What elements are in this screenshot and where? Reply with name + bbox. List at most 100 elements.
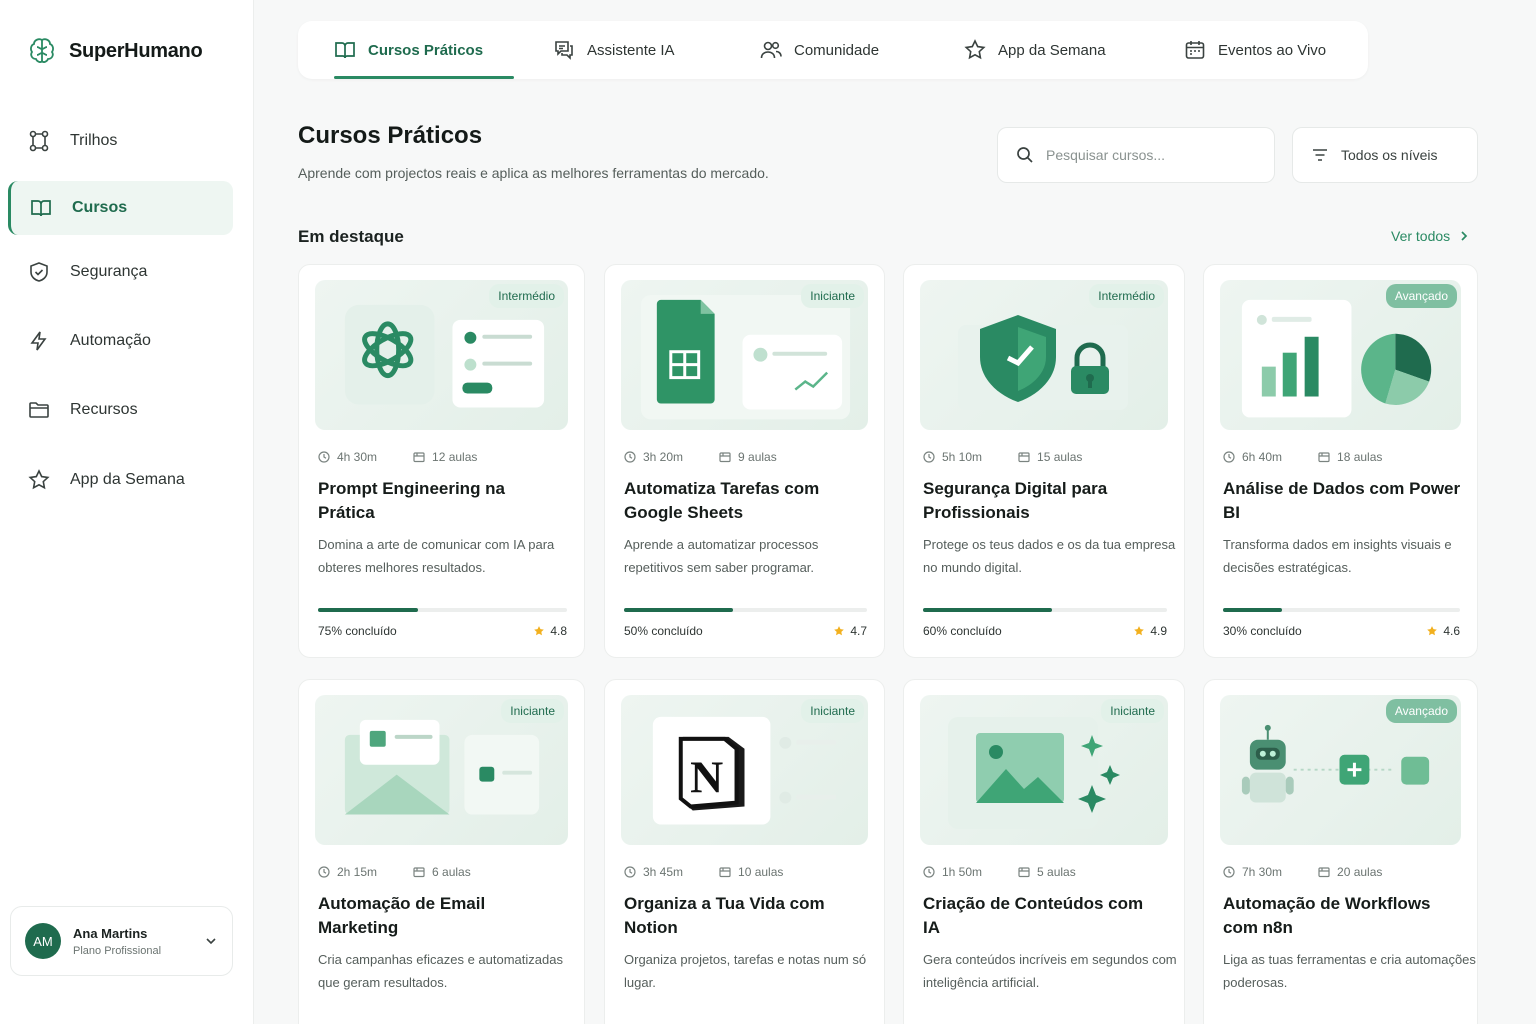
progress-label: 75% concluído [318, 624, 397, 638]
lessons-icon [413, 867, 425, 878]
course-card-4[interactable]: Avançado 6h 40m 18 aulas Análise de Dado… [1203, 264, 1478, 658]
user-info: Ana Martins Plano Profissional [73, 926, 204, 957]
brand[interactable]: SuperHumano [27, 36, 203, 66]
tab-comunidade[interactable]: Comunidade [760, 21, 879, 79]
filter-icon [1313, 149, 1327, 161]
course-duration: 7h 30m [1242, 865, 1283, 879]
course-card-6[interactable]: N Iniciante 3h 45m 10 aulas Organiza a T… [604, 679, 885, 1024]
tab-label: Comunidade [794, 41, 880, 59]
clock-icon [1223, 451, 1235, 463]
course-thumbnail: Intermédio [315, 280, 568, 430]
course-meta: 3h 45m 10 aulas [624, 865, 783, 879]
course-footer: 50% concluído 4.7 [624, 624, 867, 638]
course-rating: 4.7 [833, 624, 867, 638]
course-description: Transforma dados em insights visuais e d… [1223, 537, 1452, 575]
course-meta: 4h 30m 12 aulas [318, 450, 477, 464]
course-thumbnail: Intermédio [920, 280, 1168, 430]
course-card-1[interactable]: Intermédio 4h 30m 12 aulas Prompt Engine… [298, 264, 585, 658]
book-icon [31, 200, 51, 217]
course-card-3[interactable]: Intermédio 5h 10m 15 aulas Segurança Dig… [903, 264, 1185, 658]
clock-icon [923, 866, 935, 878]
course-rating: 4.6 [1426, 624, 1460, 638]
course-thumbnail: Avançado [1220, 280, 1461, 430]
section-title: Em destaque [298, 227, 404, 246]
course-lessons: 9 aulas [738, 450, 777, 464]
search-input[interactable] [1046, 147, 1246, 163]
course-meta: 7h 30m 20 aulas [1223, 865, 1382, 879]
see-all-link[interactable]: Ver todos [1391, 228, 1470, 244]
sidebar-item-label: Trilhos [70, 132, 118, 149]
course-title: Automação de Workflows com n8n [1223, 894, 1431, 937]
page-subtitle: Aprende com projectos reais e aplica as … [298, 165, 769, 181]
tab-label: App da Semana [998, 41, 1106, 59]
progress-bar [923, 608, 1167, 612]
clock-icon [318, 451, 330, 463]
star-filled-icon [534, 626, 545, 636]
star-icon [28, 469, 50, 490]
level-filter[interactable]: Todos os níveis [1292, 127, 1478, 183]
lessons-icon [413, 452, 425, 463]
course-card-7[interactable]: Iniciante 1h 50m 5 aulas Criação de Cont… [903, 679, 1185, 1024]
filter-label: Todos os níveis [1341, 147, 1438, 163]
course-meta: 3h 20m 9 aulas [624, 450, 777, 464]
course-meta: 1h 50m 5 aulas [923, 865, 1076, 879]
tab-app-da-semana[interactable]: App da Semana [964, 21, 1106, 79]
chevron-right-icon [1461, 231, 1468, 241]
course-duration: 6h 40m [1242, 450, 1283, 464]
search-box[interactable] [997, 127, 1275, 183]
course-description: Cria campanhas eficazes e automatizadas … [318, 952, 563, 990]
level-badge: Iniciante [801, 284, 864, 308]
course-description: Gera conteúdos incríveis em segundos com… [923, 952, 1177, 990]
rating-value: 4.6 [1443, 624, 1460, 638]
level-badge: Avançado [1385, 284, 1457, 308]
level-badge: Intermédio [489, 284, 564, 308]
course-duration: 1h 50m [942, 865, 983, 879]
top-tabs: Cursos Práticos Assistente IA Comunidade… [298, 21, 1368, 79]
sidebar-item-label: Recursos [70, 401, 138, 418]
chevron-down-icon[interactable] [204, 934, 218, 948]
progress-label: 50% concluído [624, 624, 703, 638]
book-icon [335, 42, 355, 59]
avatar: AM [25, 923, 61, 959]
course-card-8[interactable]: Avançado 7h 30m 20 aulas Automação de Wo… [1203, 679, 1478, 1024]
course-thumbnail: N Iniciante [621, 695, 868, 845]
course-footer: 60% concluído 4.9 [923, 624, 1167, 638]
sidebar-item-trilhos[interactable]: Trilhos [8, 114, 233, 168]
progress-bar [624, 608, 867, 612]
sidebar-item-label: Cursos [72, 199, 128, 216]
course-card-5[interactable]: Iniciante 2h 15m 6 aulas Automação de Em… [298, 679, 585, 1024]
course-title: Análise de Dados com Power BI [1223, 479, 1461, 522]
course-lessons: 15 aulas [1037, 450, 1083, 464]
brand-name: SuperHumano [69, 39, 203, 62]
svg-text:N: N [690, 752, 723, 803]
sidebar-item-automacao[interactable]: Automação [8, 314, 233, 368]
clock-icon [1223, 866, 1235, 878]
course-rating: 4.8 [533, 624, 567, 638]
star-icon [964, 39, 986, 60]
user-menu[interactable]: AM Ana Martins Plano Profissional [10, 906, 233, 976]
sidebar-item-label: Segurança [70, 263, 148, 280]
clock-icon [624, 451, 636, 463]
level-badge: Iniciante [801, 699, 864, 723]
bolt-icon [30, 331, 47, 351]
course-card-2[interactable]: Iniciante 3h 20m 9 aulas Automatiza Tare… [604, 264, 885, 658]
course-title: Criação de Conteúdos com IA [923, 894, 1144, 937]
sidebar-item-seguranca[interactable]: Segurança [8, 245, 233, 299]
lessons-icon [1318, 452, 1330, 463]
tab-assistente-ia[interactable]: Assistente IA [553, 21, 675, 79]
rating-value: 4.8 [550, 624, 567, 638]
lessons-icon [719, 452, 731, 463]
tab-eventos-ao-vivo[interactable]: Eventos ao Vivo [1184, 21, 1326, 79]
search-icon [1017, 147, 1033, 163]
sidebar-item-app-da-semana[interactable]: App da Semana [8, 453, 233, 507]
clock-icon [318, 866, 330, 878]
sidebar-item-label: App da Semana [70, 471, 185, 488]
calendar-icon [1185, 41, 1205, 59]
course-thumbnail: Iniciante [920, 695, 1168, 845]
sidebar-item-cursos[interactable]: Cursos [8, 181, 233, 235]
tab-cursos-praticos[interactable]: Cursos Práticos [334, 21, 483, 79]
progress-bar [318, 608, 567, 612]
progress-bar [1223, 608, 1460, 612]
tab-label: Eventos ao Vivo [1218, 41, 1327, 59]
sidebar-item-recursos[interactable]: Recursos [8, 383, 233, 437]
